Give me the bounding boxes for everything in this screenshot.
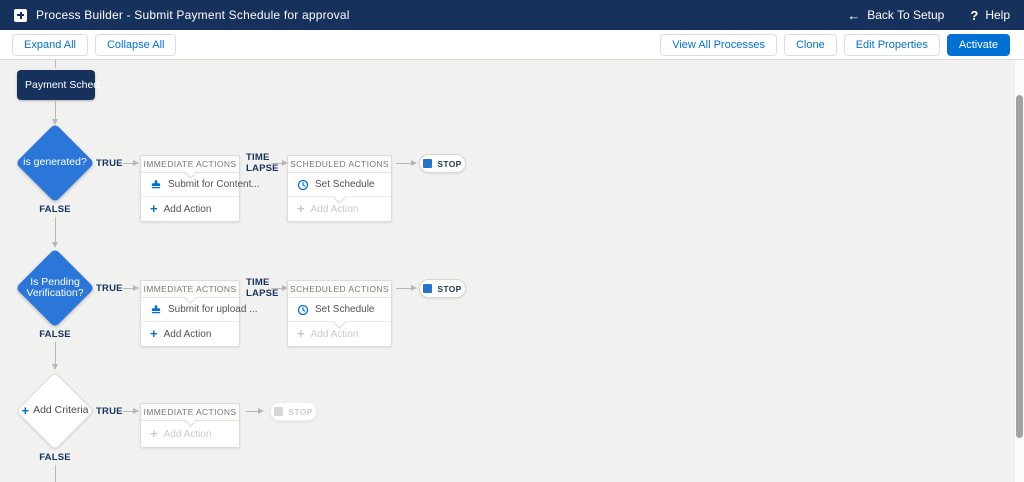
false-label: FALSE <box>25 329 85 340</box>
top-navbar: Process Builder - Submit Payment Schedul… <box>0 0 1024 30</box>
back-arrow-icon: ← <box>847 8 860 23</box>
connector-time-lapse <box>271 288 282 289</box>
back-to-setup-link[interactable]: ← Back To Setup <box>847 8 944 23</box>
scheduled-actions-box-1: SCHEDULED ACTIONS Set Schedule + Add Act… <box>287 155 392 222</box>
connector-true <box>123 288 133 289</box>
plus-icon: + <box>150 204 158 214</box>
process-canvas: Payment Sched... is generated? TRUE IMME… <box>0 60 1024 482</box>
immediate-actions-box-2: IMMEDIATE ACTIONS Submit for upload ... … <box>140 280 240 347</box>
back-to-setup-label: Back To Setup <box>867 8 944 22</box>
expand-all-button[interactable]: Expand All <box>12 34 88 56</box>
approval-stamp-icon <box>150 179 162 191</box>
help-link[interactable]: ? Help <box>970 8 1010 23</box>
add-action-label: Add Action <box>311 329 359 340</box>
action-toolbar: Expand All Collapse All View All Process… <box>0 30 1024 60</box>
false-label: FALSE <box>25 452 85 463</box>
page-title: Process Builder - Submit Payment Schedul… <box>36 8 350 22</box>
true-label: TRUE <box>96 406 123 417</box>
plus-icon: + <box>150 329 158 339</box>
approval-stamp-icon <box>150 304 162 316</box>
criteria-diamond-is-generated[interactable] <box>15 123 94 202</box>
help-label: Help <box>985 8 1010 22</box>
true-label: TRUE <box>96 158 123 169</box>
connector-start-to-criteria1 <box>55 100 56 119</box>
immediate-actions-box-1: IMMEDIATE ACTIONS Submit for Content... … <box>140 155 240 222</box>
clone-button[interactable]: Clone <box>784 34 837 56</box>
add-action-row[interactable]: + Add Action <box>141 322 239 346</box>
arrowhead-down <box>52 242 58 248</box>
plus-icon: + <box>150 429 158 439</box>
activate-button[interactable]: Activate <box>947 34 1010 56</box>
connector-false-1 <box>55 217 56 242</box>
arrowhead-right <box>411 160 417 166</box>
stop-label: STOP <box>437 284 461 294</box>
plus-icon: + <box>297 204 305 214</box>
scheduled-actions-header: SCHEDULED ACTIONS <box>288 156 391 173</box>
arrowhead-down <box>52 364 58 370</box>
arrowhead-right <box>258 408 264 414</box>
add-criteria-diamond[interactable] <box>15 371 94 450</box>
set-schedule-label: Set Schedule <box>315 304 375 315</box>
stop-label: STOP <box>437 159 461 169</box>
connector-true <box>123 411 133 412</box>
connector-time-lapse <box>271 163 282 164</box>
stop-node-2[interactable]: STOP <box>419 279 466 298</box>
process-builder-icon <box>14 9 27 22</box>
criteria-diamond-pending-verification[interactable] <box>15 248 94 327</box>
arrowhead-right <box>133 160 139 166</box>
start-node[interactable]: Payment Sched... <box>17 70 95 100</box>
connector-top-stub <box>55 60 56 68</box>
set-schedule-label: Set Schedule <box>315 179 375 190</box>
help-icon: ? <box>970 8 978 23</box>
add-action-row[interactable]: + Add Action <box>141 197 239 221</box>
connector-false-2 <box>55 342 56 364</box>
plus-icon: + <box>297 329 305 339</box>
true-label: TRUE <box>96 283 123 294</box>
collapse-all-button[interactable]: Collapse All <box>95 34 176 56</box>
action-label: Submit for upload ... <box>168 304 258 315</box>
stop-node-1[interactable]: STOP <box>419 154 466 173</box>
arrowhead-right <box>411 285 417 291</box>
vertical-scrollbar-thumb[interactable] <box>1016 95 1023 438</box>
add-action-label: Add Action <box>311 204 359 215</box>
immediate-actions-box-3: IMMEDIATE ACTIONS + Add Action <box>140 403 240 448</box>
clock-icon <box>297 179 309 191</box>
connector-to-stop <box>246 411 258 412</box>
scheduled-actions-box-2: SCHEDULED ACTIONS Set Schedule + Add Act… <box>287 280 392 347</box>
stop-label: STOP <box>288 407 312 417</box>
connector-true <box>123 163 133 164</box>
add-action-label: Add Action <box>164 204 212 215</box>
arrowhead-right <box>133 285 139 291</box>
connector-to-stop <box>396 288 411 289</box>
stop-node-3-disabled: STOP <box>270 402 317 421</box>
edit-properties-button[interactable]: Edit Properties <box>844 34 940 56</box>
add-action-label: Add Action <box>164 429 212 440</box>
stop-square-icon <box>274 407 283 416</box>
view-all-processes-button[interactable]: View All Processes <box>660 34 777 56</box>
connector-false-3 <box>55 465 56 482</box>
false-label: FALSE <box>25 204 85 215</box>
add-action-label: Add Action <box>164 329 212 340</box>
stop-square-icon <box>423 159 432 168</box>
vertical-scrollbar-track[interactable] <box>1014 60 1024 482</box>
arrowhead-right <box>133 408 139 414</box>
clock-icon <box>297 304 309 316</box>
action-label: Submit for Content... <box>168 179 260 190</box>
scheduled-actions-header: SCHEDULED ACTIONS <box>288 281 391 298</box>
stop-square-icon <box>423 284 432 293</box>
connector-to-stop <box>396 163 411 164</box>
